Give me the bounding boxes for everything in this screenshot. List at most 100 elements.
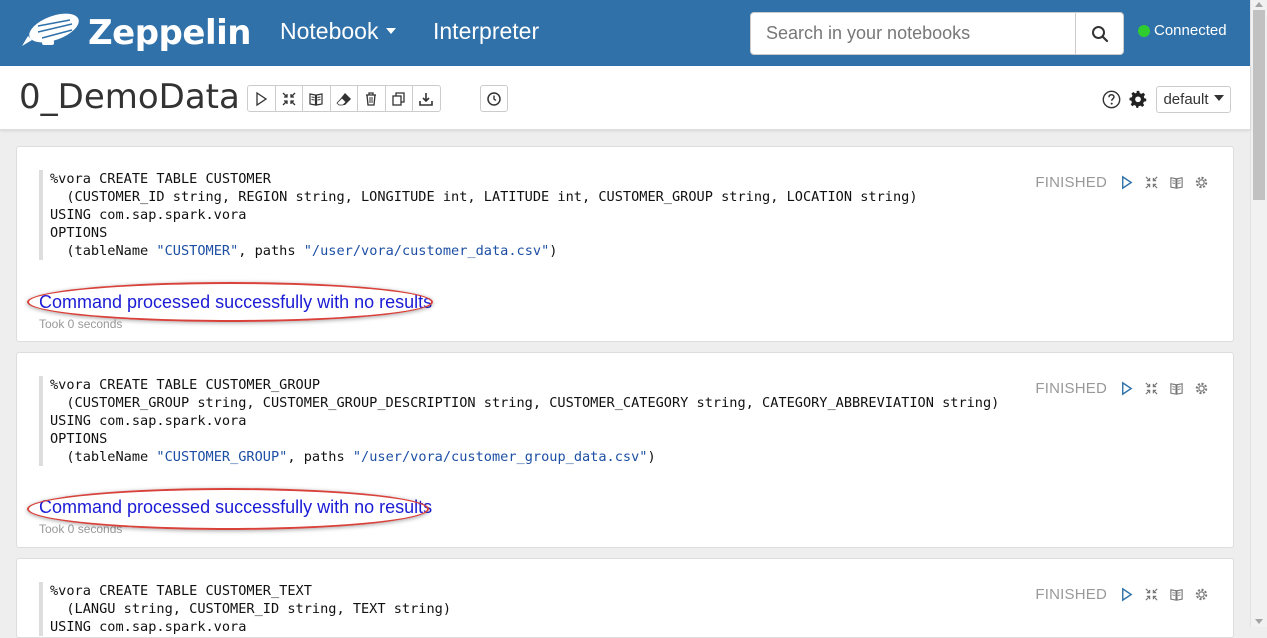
code-editor[interactable]: %vora CREATE TABLE CUSTOMER_TEXT (LANGU … — [39, 582, 451, 636]
trash-icon — [366, 91, 377, 106]
gear-icon — [1195, 382, 1207, 394]
play-icon — [1121, 587, 1132, 601]
play-icon — [1121, 381, 1132, 395]
result-message: Command processed successfully with no r… — [39, 497, 433, 517]
book-icon — [309, 92, 323, 106]
code-string: "/user/vora/customer_group_data.csv" — [352, 449, 648, 465]
run-paragraph-button[interactable] — [1116, 379, 1136, 397]
interpreter-binding-select[interactable]: default — [1156, 86, 1231, 113]
code-line: %vora CREATE TABLE CUSTOMER_TEXT — [50, 583, 312, 599]
hide-output-button[interactable] — [1166, 379, 1186, 397]
code-line: (CUSTOMER_GROUP string, CUSTOMER_GROUP_D… — [50, 395, 1000, 411]
code-editor[interactable]: %vora CREATE TABLE CUSTOMER_GROUP (CUSTO… — [39, 376, 999, 466]
play-icon — [256, 91, 268, 106]
code-string: "/user/vora/customer_data.csv" — [303, 243, 550, 259]
clear-output-button[interactable] — [329, 85, 358, 112]
zeppelin-airship-icon — [18, 10, 84, 57]
execution-time: Took 0 seconds — [39, 317, 123, 331]
notebook-menu-label: Notebook — [280, 18, 379, 44]
hide-code-button[interactable] — [274, 85, 303, 112]
paragraph-settings-button[interactable] — [1191, 173, 1211, 191]
collapse-icon — [1144, 587, 1158, 601]
scroll-thumb[interactable] — [1253, 10, 1265, 200]
code-token: ) — [549, 243, 558, 259]
caret-down-icon — [1213, 94, 1224, 101]
code-token: (tableName — [50, 243, 157, 259]
hide-editor-button[interactable] — [1141, 585, 1161, 603]
vertical-scrollbar[interactable] — [1250, 0, 1267, 627]
paragraph-status: FINISHED — [1035, 173, 1107, 191]
collapse-icon — [282, 92, 296, 105]
collapse-icon — [1144, 175, 1158, 189]
help-icon[interactable] — [1102, 90, 1121, 109]
paragraph-status: FINISHED — [1035, 585, 1107, 603]
caret-down-icon — [386, 27, 397, 34]
code-line: (LANGU string, CUSTOMER_ID string, TEXT … — [50, 601, 452, 617]
execution-time: Took 0 seconds — [39, 522, 123, 536]
code-line: %vora CREATE TABLE CUSTOMER_GROUP — [50, 377, 321, 393]
interpreter-link[interactable]: Interpreter — [433, 18, 539, 45]
hide-output-button[interactable] — [1166, 585, 1186, 603]
result-message: Command processed successfully with no r… — [39, 292, 433, 312]
brand-name: Zeppelin — [88, 13, 251, 53]
search-input[interactable] — [751, 13, 1075, 54]
paragraph: %vora CREATE TABLE CUSTOMER (CUSTOMER_ID… — [16, 146, 1234, 342]
notebook-menu[interactable]: Notebook — [280, 18, 397, 45]
paragraph: %vora CREATE TABLE CUSTOMER_TEXT (LANGU … — [16, 558, 1234, 638]
paragraph-settings-button[interactable] — [1191, 379, 1211, 397]
code-line: USING com.sap.spark.vora — [50, 413, 247, 429]
code-line: USING com.sap.spark.vora — [50, 207, 247, 223]
hide-editor-button[interactable] — [1141, 379, 1161, 397]
paragraph-controls: FINISHED — [1035, 379, 1211, 397]
book-icon — [1169, 588, 1183, 601]
run-paragraph-button[interactable] — [1116, 173, 1136, 191]
paragraph-status: FINISHED — [1035, 379, 1107, 397]
export-notebook-button[interactable] — [412, 85, 441, 112]
clone-notebook-button[interactable] — [384, 85, 413, 112]
code-line: (tableName "CUSTOMER_GROUP", paths "/use… — [50, 449, 656, 465]
gear-icon — [1195, 588, 1207, 600]
code-token: , paths — [238, 243, 304, 259]
paragraph-settings-button[interactable] — [1191, 585, 1211, 603]
notebook-title[interactable]: 0_DemoData — [19, 77, 240, 117]
paragraph-controls: FINISHED — [1035, 585, 1211, 603]
run-paragraph-button[interactable] — [1116, 585, 1136, 603]
scroll-up-arrow-icon[interactable] — [1255, 2, 1263, 7]
code-string: "CUSTOMER" — [156, 243, 239, 259]
search-box — [750, 12, 1124, 55]
interpreter-binding-label: default — [1163, 91, 1209, 108]
eraser-icon — [336, 92, 351, 105]
connection-status: Connected — [1138, 22, 1227, 39]
code-token: , paths — [287, 449, 353, 465]
code-line: (CUSTOMER_ID string, REGION string, LONG… — [50, 189, 918, 205]
hide-editor-button[interactable] — [1141, 173, 1161, 191]
code-line: OPTIONS — [50, 225, 108, 241]
status-label: Connected — [1154, 22, 1227, 39]
clock-icon — [487, 91, 501, 106]
hide-output-button[interactable] — [302, 85, 331, 112]
download-icon — [419, 92, 434, 106]
search-button[interactable] — [1075, 13, 1123, 54]
search-icon — [1091, 25, 1108, 42]
delete-notebook-button[interactable] — [357, 85, 386, 112]
code-token: ) — [647, 449, 656, 465]
top-navbar: Zeppelin Notebook Interpreter Connected — [0, 0, 1250, 66]
scroll-down-arrow-icon[interactable] — [1255, 619, 1263, 624]
code-line: USING com.sap.spark.vora — [50, 619, 247, 635]
notebook-header: 0_DemoData default — [0, 66, 1250, 130]
settings-gear-icon[interactable] — [1129, 90, 1148, 109]
run-all-button[interactable] — [247, 85, 276, 112]
code-token: (tableName — [50, 449, 157, 465]
code-line: %vora CREATE TABLE CUSTOMER — [50, 171, 271, 187]
play-icon — [1121, 175, 1132, 189]
code-string: "CUSTOMER_GROUP" — [156, 449, 288, 465]
book-icon — [1169, 382, 1183, 395]
gear-icon — [1195, 176, 1207, 188]
brand-logo[interactable]: Zeppelin — [18, 10, 251, 56]
schedule-button[interactable] — [480, 85, 508, 112]
code-editor[interactable]: %vora CREATE TABLE CUSTOMER (CUSTOMER_ID… — [39, 170, 918, 260]
code-line: OPTIONS — [50, 431, 108, 447]
copy-icon — [392, 91, 405, 106]
collapse-icon — [1144, 381, 1158, 395]
hide-output-button[interactable] — [1166, 173, 1186, 191]
